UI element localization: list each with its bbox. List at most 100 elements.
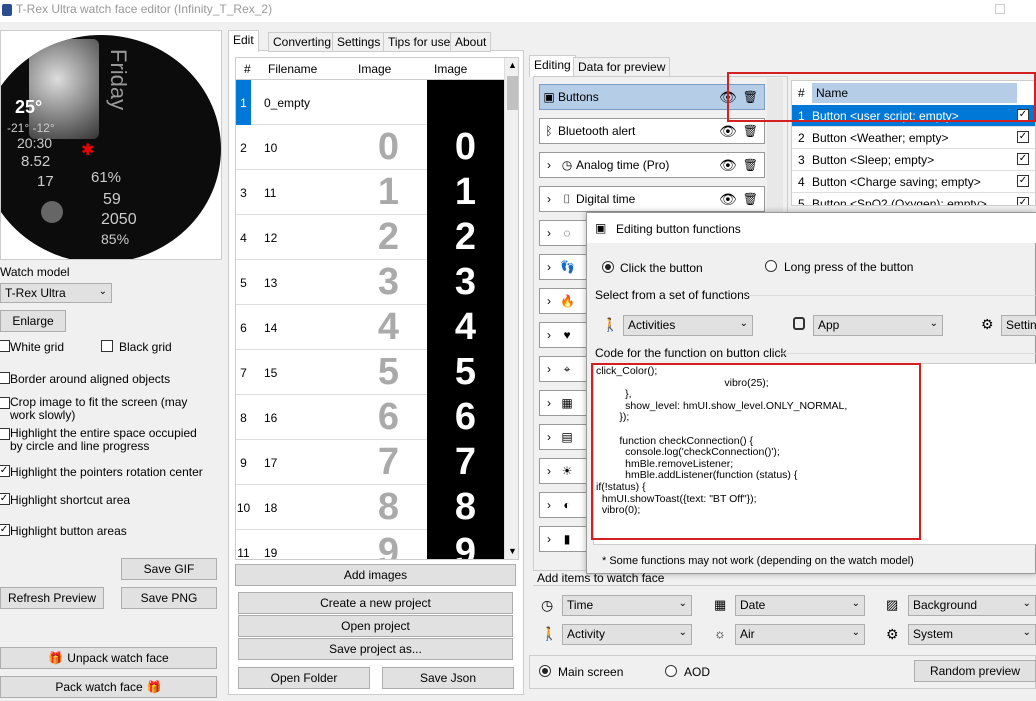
tab-data-for-preview[interactable]: Data for preview bbox=[573, 57, 671, 77]
unpack-button[interactable]: 🎁 Unpack watch face bbox=[0, 647, 217, 669]
refresh-preview-button[interactable]: Refresh Preview bbox=[0, 587, 104, 609]
save-json-button[interactable]: Save Json bbox=[382, 667, 514, 689]
activity-select[interactable]: Activity ⌄ bbox=[562, 624, 692, 645]
watch-model-label: Watch model bbox=[0, 265, 70, 279]
tab-edit[interactable]: Edit bbox=[228, 30, 259, 52]
chevron-right-icon[interactable]: › bbox=[542, 226, 556, 240]
pack-button[interactable]: Pack watch face 🎁 bbox=[0, 676, 217, 698]
tab-about[interactable]: About bbox=[450, 32, 492, 52]
tab-tips-for-use[interactable]: Tips for use bbox=[383, 32, 456, 52]
new-project-button[interactable]: Create a new project bbox=[238, 592, 513, 614]
highlight-shortcut-checkbox[interactable]: ✓ bbox=[0, 493, 10, 505]
highlight-space-checkbox[interactable] bbox=[0, 428, 10, 440]
random-preview-button[interactable]: Random preview bbox=[914, 660, 1036, 682]
table-row[interactable]: 10 18 8 8 bbox=[236, 485, 504, 530]
chevron-right-icon[interactable]: › bbox=[542, 498, 556, 512]
table-row[interactable]: 11 19 9 9 bbox=[236, 530, 504, 559]
table-row[interactable]: 9 17 7 7 bbox=[236, 440, 504, 485]
element-row[interactable]: › ◐ bbox=[539, 492, 589, 518]
black-grid-checkbox[interactable] bbox=[101, 340, 113, 352]
save-png-button[interactable]: Save PNG bbox=[121, 587, 217, 609]
scroll-down-icon[interactable]: ▼ bbox=[508, 546, 517, 556]
scroll-thumb[interactable] bbox=[507, 76, 518, 110]
chevron-right-icon[interactable]: › bbox=[542, 396, 556, 410]
row-checkbox[interactable]: ✓ bbox=[1017, 175, 1029, 187]
chevron-right-icon[interactable]: › bbox=[542, 430, 556, 444]
crop-checkbox[interactable] bbox=[0, 397, 10, 409]
highlight-pointers-checkbox[interactable]: ✓ bbox=[0, 465, 10, 477]
element-row[interactable]: › ▤ bbox=[539, 424, 589, 450]
element-row[interactable]: › ▮ bbox=[539, 526, 589, 552]
row-checkbox[interactable]: ✓ bbox=[1017, 153, 1029, 165]
element-row[interactable]: › ☀ bbox=[539, 458, 589, 484]
open-project-button[interactable]: Open project bbox=[238, 615, 513, 637]
element-row[interactable]: › ♥ bbox=[539, 322, 589, 348]
enlarge-button[interactable]: Enlarge bbox=[0, 310, 66, 332]
table-row[interactable]: 2 10 0 0 bbox=[236, 125, 504, 170]
activities-select[interactable]: Activities ⌄ bbox=[623, 315, 753, 336]
element-digital-time[interactable]: › ⌷ Digital time 👁 🗑 bbox=[539, 186, 765, 212]
table-row[interactable]: 7 15 5 5 bbox=[236, 350, 504, 395]
eye-icon[interactable]: 👁 bbox=[719, 157, 737, 174]
chevron-right-icon[interactable]: › bbox=[542, 260, 556, 274]
chevron-right-icon[interactable]: › bbox=[542, 192, 556, 206]
delete-icon[interactable]: 🗑 bbox=[743, 192, 758, 206]
save-project-as-button[interactable]: Save project as... bbox=[238, 638, 513, 660]
chevron-down-icon: ⌄ bbox=[929, 318, 938, 329]
element-row[interactable]: › 👣 bbox=[539, 254, 589, 280]
air-select[interactable]: Air ⌄ bbox=[735, 624, 865, 645]
grid-scrollbar[interactable]: ▲ ▼ bbox=[504, 58, 518, 559]
watch-model-select[interactable]: T-Rex Ultra ⌄ bbox=[0, 283, 112, 303]
row-filename: 12 bbox=[264, 231, 278, 245]
long-press-radio[interactable] bbox=[765, 260, 777, 272]
time-select[interactable]: Time ⌄ bbox=[562, 595, 692, 616]
tab-converting[interactable]: Converting bbox=[268, 32, 337, 52]
row-checkbox[interactable]: ✓ bbox=[1017, 131, 1029, 143]
delete-icon[interactable]: 🗑 bbox=[743, 124, 758, 138]
temp-text: 25° bbox=[15, 97, 43, 117]
table-row[interactable]: 2 Button <Weather; empty> ✓ bbox=[792, 127, 1035, 149]
chevron-right-icon[interactable]: › bbox=[542, 532, 556, 546]
element-row[interactable]: › ◌ bbox=[539, 220, 589, 246]
table-row[interactable]: 1 0_empty bbox=[236, 80, 504, 125]
background-select[interactable]: Background ⌄ bbox=[908, 595, 1036, 616]
system-select[interactable]: System ⌄ bbox=[908, 624, 1036, 645]
chevron-right-icon[interactable]: › bbox=[542, 328, 556, 342]
white-grid-checkbox[interactable] bbox=[0, 340, 10, 352]
border-aligned-checkbox[interactable] bbox=[0, 372, 10, 384]
save-gif-button[interactable]: Save GIF bbox=[121, 558, 217, 580]
table-row[interactable]: 8 16 6 6 bbox=[236, 395, 504, 440]
element-row[interactable]: › ▦ bbox=[539, 390, 589, 416]
aod-radio[interactable] bbox=[665, 665, 677, 677]
table-row[interactable]: 5 13 3 3 bbox=[236, 260, 504, 305]
table-row[interactable]: 3 11 1 1 bbox=[236, 170, 504, 215]
highlight-button-checkbox[interactable]: ✓ bbox=[0, 524, 10, 536]
open-folder-button[interactable]: Open Folder bbox=[238, 667, 370, 689]
add-images-button[interactable]: Add images bbox=[235, 564, 516, 586]
chevron-right-icon[interactable]: › bbox=[542, 362, 556, 376]
table-row[interactable]: 6 14 4 4 bbox=[236, 305, 504, 350]
chevron-right-icon[interactable]: › bbox=[542, 464, 556, 478]
row-checkbox[interactable]: ✓ bbox=[1017, 197, 1029, 205]
click-radio[interactable] bbox=[602, 261, 614, 273]
table-row[interactable]: 4 12 2 2 bbox=[236, 215, 504, 260]
tab-editing[interactable]: Editing bbox=[529, 55, 576, 77]
chevron-right-icon[interactable]: › bbox=[542, 158, 556, 172]
main-screen-radio[interactable] bbox=[539, 665, 551, 677]
element-row[interactable]: › 🔥 bbox=[539, 288, 589, 314]
chevron-right-icon[interactable]: › bbox=[542, 294, 556, 308]
table-row[interactable]: 5 Button <SpO2 (Oxygen); empty> ✓ bbox=[792, 193, 1035, 205]
settings-select[interactable]: Setting bbox=[1001, 315, 1036, 336]
element-analog-time[interactable]: › ◷ Analog time (Pro) 👁 🗑 bbox=[539, 152, 765, 178]
eye-icon[interactable]: 👁 bbox=[719, 191, 737, 208]
table-row[interactable]: 4 Button <Charge saving; empty> ✓ bbox=[792, 171, 1035, 193]
delete-icon[interactable]: 🗑 bbox=[743, 158, 758, 172]
element-row[interactable]: › ⌖ bbox=[539, 356, 589, 382]
app-select[interactable]: App ⌄ bbox=[813, 315, 943, 336]
maximize-icon[interactable] bbox=[995, 4, 1005, 14]
tab-settings[interactable]: Settings bbox=[332, 32, 386, 52]
date-select[interactable]: Date ⌄ bbox=[735, 595, 865, 616]
scroll-up-icon[interactable]: ▲ bbox=[508, 60, 517, 70]
table-row[interactable]: 3 Button <Sleep; empty> ✓ bbox=[792, 149, 1035, 171]
eye-icon[interactable]: 👁 bbox=[719, 123, 737, 140]
